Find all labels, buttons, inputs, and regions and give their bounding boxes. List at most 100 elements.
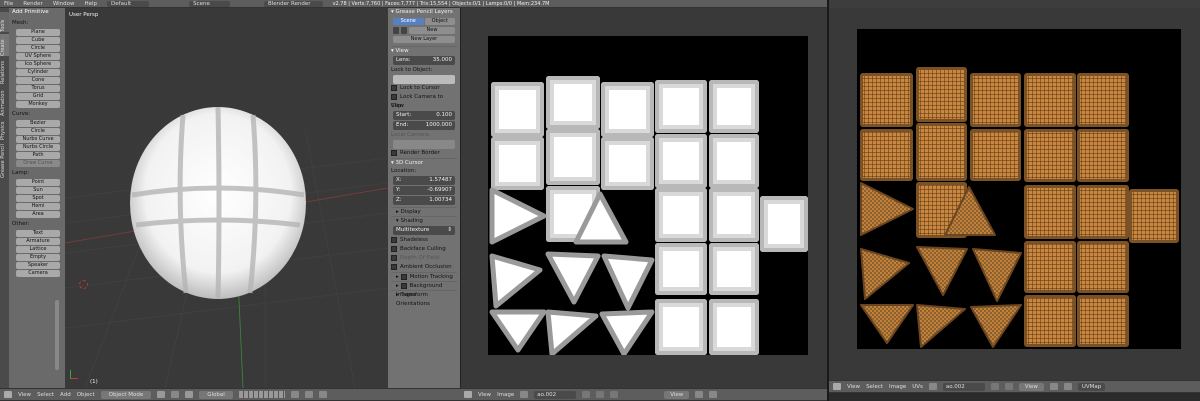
add-empty-button[interactable]: Empty [16, 254, 60, 261]
pencil-icon[interactable] [393, 27, 399, 34]
transform-orientations-header[interactable]: ▸ Transform Orientations [391, 290, 457, 307]
sphere-mesh[interactable] [128, 103, 308, 303]
cursor-y-field[interactable]: Y: -0.69907 [393, 186, 455, 195]
tab-grease-pencil[interactable]: Grease Pencil [0, 142, 9, 178]
add-ico-sphere-button[interactable]: Ico Sphere [16, 61, 60, 68]
add-circle-button[interactable]: Circle [16, 45, 60, 52]
motion-tracking-header[interactable]: ▸ Motion Tracking [391, 272, 457, 281]
add-draw-curve-button[interactable]: Draw Curve [16, 160, 60, 167]
layer-buttons[interactable] [238, 391, 285, 398]
menu-add[interactable]: Add [60, 392, 71, 398]
close-icon[interactable] [610, 391, 619, 398]
uv-editor-ao[interactable] [460, 8, 827, 388]
new-button[interactable]: New [409, 27, 455, 34]
background-images-checkbox[interactable] [400, 282, 407, 289]
datablock-icon[interactable] [401, 27, 407, 34]
texture-image-canvas[interactable] [857, 29, 1181, 349]
pin-icon[interactable] [990, 383, 999, 390]
shading-mode-select[interactable]: Multitexture ⇕ [393, 226, 455, 235]
add-armature-button[interactable]: Armature [16, 238, 60, 245]
add-torus-button[interactable]: Torus [16, 85, 60, 92]
add-cube-button[interactable]: Cube [16, 37, 60, 44]
image-editor-icon[interactable] [464, 391, 472, 398]
viewport-3d[interactable]: User Persp (1) [65, 8, 388, 388]
lock-icon[interactable] [290, 391, 299, 398]
clip-start-field[interactable]: Start: 0.100 [393, 111, 455, 120]
mode-selector[interactable]: Object Mode [100, 390, 152, 399]
editor-type-icon[interactable] [4, 391, 12, 398]
tab-create[interactable]: Create [0, 34, 9, 56]
add-camera-button[interactable]: Camera [16, 270, 60, 277]
uv-editor-texture[interactable] [829, 8, 1200, 380]
menu-object[interactable]: Object [77, 392, 95, 398]
scene-selector[interactable]: Scene [189, 0, 230, 7]
render-icon[interactable] [318, 391, 327, 398]
add-speaker-button[interactable]: Speaker [16, 262, 60, 269]
3d-cursor-icon[interactable] [79, 280, 88, 289]
add-path-button[interactable]: Path [16, 152, 60, 159]
tab-scene[interactable]: Scene [393, 18, 424, 25]
tab-animation[interactable]: Animation [0, 86, 9, 117]
uv2-menu-image[interactable]: Image [889, 384, 906, 390]
uv2-image-name[interactable]: ao.002 [942, 382, 985, 391]
add-grid-button[interactable]: Grid [16, 93, 60, 100]
ambient-occlusion-checkbox[interactable] [391, 263, 397, 270]
new-layer-button[interactable]: New Layer [393, 36, 455, 43]
viewport-scrollbar[interactable] [55, 300, 59, 370]
alpha-icon[interactable] [709, 391, 718, 398]
fake-user-icon[interactable] [596, 391, 605, 398]
lock-cursor-checkbox[interactable] [391, 84, 397, 91]
pin-icon[interactable] [582, 391, 591, 398]
add-cone-button[interactable]: Cone [16, 77, 60, 84]
menu-view[interactable]: View [18, 392, 31, 398]
sync-icon[interactable] [1049, 383, 1058, 390]
add-nurbs-circle-button[interactable]: Nurbs Circle [16, 144, 60, 151]
local-camera-field[interactable] [393, 140, 455, 149]
uv2-menu-select[interactable]: Select [866, 384, 883, 390]
uv2-menu-uvs[interactable]: UVs [912, 384, 923, 390]
clip-end-field[interactable]: End: 1000.000 [393, 121, 455, 130]
add-hemi-button[interactable]: Hemi [16, 203, 60, 210]
add-circle-button[interactable]: Circle [16, 128, 60, 135]
shading-icon[interactable] [157, 391, 166, 398]
uv1-view-selector[interactable]: View [664, 390, 690, 399]
pivot-icon[interactable] [171, 391, 180, 398]
shadeless-checkbox[interactable] [391, 236, 397, 243]
lens-field[interactable]: Lens: 35.000 [393, 56, 455, 65]
lock-camera-checkbox[interactable] [391, 93, 397, 100]
shading-header[interactable]: ▾ Shading [391, 216, 457, 225]
depth-of-field-checkbox[interactable] [391, 254, 397, 261]
image-browse-icon[interactable] [928, 383, 937, 390]
add-plane-button[interactable]: Plane [16, 29, 60, 36]
add-spot-button[interactable]: Spot [16, 195, 60, 202]
add-lattice-button[interactable]: Lattice [16, 246, 60, 253]
channel-icon[interactable] [695, 391, 704, 398]
image-editor-icon[interactable] [833, 383, 841, 390]
cursor-header[interactable]: ▾ 3D Cursor [391, 158, 457, 167]
menu-help[interactable]: Help [85, 1, 98, 7]
motion-tracking-checkbox[interactable] [400, 273, 407, 280]
lock-object-field[interactable] [393, 75, 455, 84]
uvmap-selector[interactable]: UVMap [1077, 382, 1106, 391]
tab-relations[interactable]: Relations [0, 58, 9, 84]
cursor-x-field[interactable]: X: 1.57487 [393, 176, 455, 185]
add-sun-button[interactable]: Sun [16, 187, 60, 194]
add-text-button[interactable]: Text [16, 230, 60, 237]
uv2-view-selector[interactable]: View [1018, 382, 1044, 391]
add-bezier-button[interactable]: Bezier [16, 120, 60, 127]
menu-select[interactable]: Select [37, 392, 54, 398]
backface-culling-checkbox[interactable] [391, 245, 397, 252]
snap-icon[interactable] [304, 391, 313, 398]
menu-file[interactable]: File [4, 1, 13, 7]
add-monkey-button[interactable]: Monkey [16, 101, 60, 108]
uv1-image-name[interactable]: ao.002 [534, 390, 577, 399]
manipulator-icon[interactable] [185, 391, 194, 398]
display-header[interactable]: ▸ Display [391, 207, 457, 216]
uv1-menu-image[interactable]: Image [497, 392, 514, 398]
view-header[interactable]: ▾ View [391, 46, 457, 55]
close-icon[interactable] [1004, 383, 1013, 390]
add-nurbs-curve-button[interactable]: Nurbs Curve [16, 136, 60, 143]
add-uv-sphere-button[interactable]: UV Sphere [16, 53, 60, 60]
render-engine-selector[interactable]: Blender Render [263, 0, 323, 7]
add-cylinder-button[interactable]: Cylinder [16, 69, 60, 76]
